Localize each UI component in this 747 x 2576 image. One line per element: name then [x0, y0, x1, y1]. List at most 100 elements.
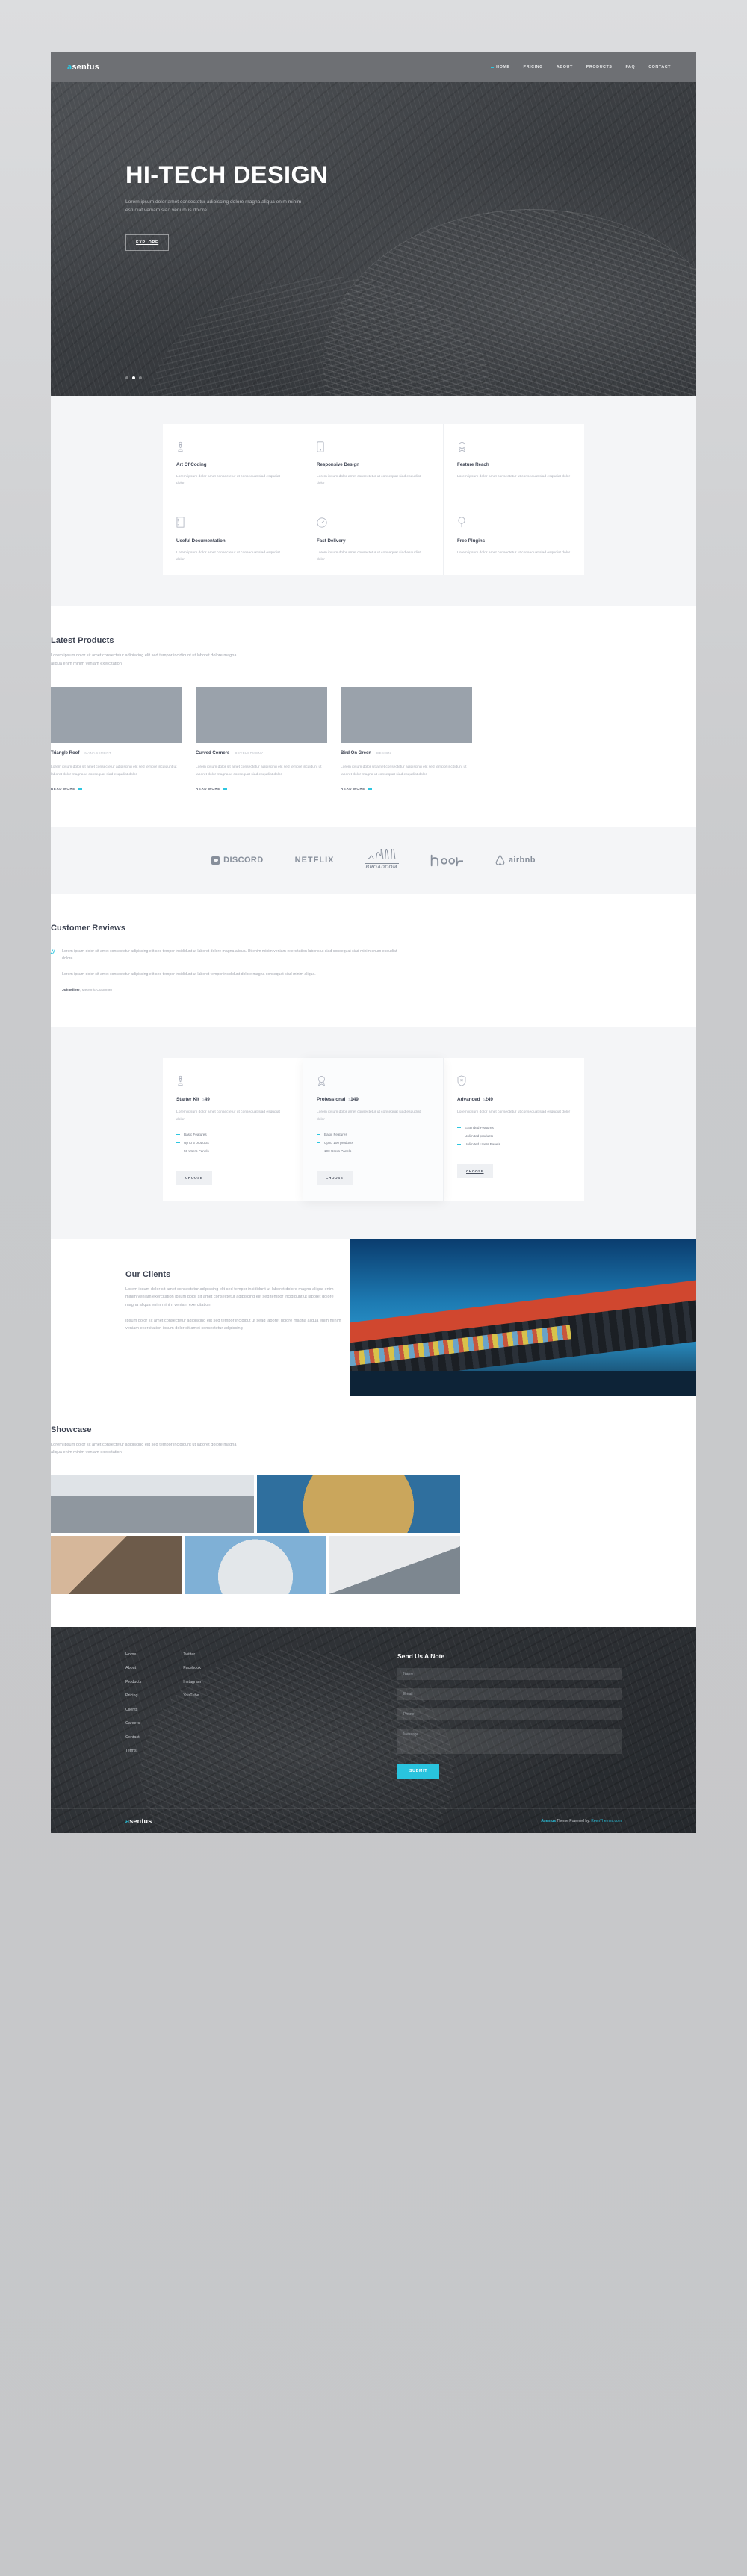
nav-item-faq[interactable]: FAQ [625, 65, 635, 69]
plan-feature-label: 50 Users Panels [184, 1149, 209, 1154]
plug-icon [457, 515, 571, 530]
hero-banner: HI-TECH DESIGN Lorem ipsum dolor amet co… [51, 82, 696, 396]
book-icon [176, 515, 289, 530]
product-category: DESIGN [376, 750, 391, 755]
plan-price: 49 [204, 1097, 210, 1103]
section-title: Our Clients [125, 1270, 171, 1280]
plan-header: Advanced $249 [457, 1097, 571, 1102]
footer-link-products[interactable]: Products [125, 1680, 141, 1684]
carousel-dot-3[interactable] [139, 376, 142, 379]
gallery-image[interactable] [51, 1474, 254, 1533]
gallery-image[interactable] [329, 1535, 460, 1594]
nav-item-contact[interactable]: CONTACT [648, 65, 671, 69]
plan-feature-label: Basic Features [184, 1133, 207, 1137]
nav-item-products[interactable]: PRODUCTS [586, 65, 613, 69]
section-title: Customer Reviews [51, 924, 126, 933]
plan-feature-label: 100 Users Panels [324, 1149, 352, 1154]
feature-desc: Lorem ipsum dolor amet consectetur ut co… [317, 475, 421, 486]
footer-link-terms[interactable]: Terms [125, 1749, 141, 1753]
carousel-dot-2[interactable] [132, 376, 135, 379]
footer-link-instagram[interactable]: Instagram [183, 1680, 201, 1684]
footer-link-facebook[interactable]: Facebook [183, 1666, 201, 1670]
gallery-image[interactable] [185, 1535, 326, 1594]
plan-feature-label: Unlimited products [465, 1133, 494, 1138]
product-title: Triangle Roof [51, 750, 80, 756]
plan-feature: Unlimited Users Panels [457, 1142, 571, 1146]
submit-button[interactable]: SUBMIT [397, 1763, 440, 1779]
read-more-label: READ MORE [51, 787, 75, 791]
footer-link-contact[interactable]: Contact [125, 1735, 141, 1740]
gallery-image[interactable] [257, 1474, 460, 1533]
phone-input[interactable]: Phone [397, 1708, 622, 1720]
brand-name: BROADCOM. [365, 863, 399, 872]
nav-item-about[interactable]: ABOUT [557, 65, 573, 69]
gallery-image[interactable] [51, 1535, 182, 1594]
read-more-link[interactable]: READ MORE [196, 787, 327, 791]
product-category: MANAGEMENT [84, 750, 112, 755]
product-desc: Lorem ipsum dolor sit amet consectetur a… [196, 765, 322, 777]
hoop-logo-icon [430, 854, 463, 866]
footer-link-about[interactable]: About [125, 1666, 141, 1670]
email-input[interactable]: Email [397, 1687, 622, 1700]
choose-button[interactable]: CHOOSE [317, 1171, 353, 1186]
nav-item-home[interactable]: HOME [491, 65, 509, 69]
section-title: Showcase [51, 1425, 92, 1435]
footer-main: Home About Products Pricing Clients Care… [51, 1627, 696, 1808]
footer-link-twitter[interactable]: Twitter [183, 1652, 201, 1657]
plan-feature: Basic Features [317, 1133, 430, 1136]
latest-products-section: Latest Products Lorem ipsum dolor sit am… [51, 606, 696, 827]
clients-paragraph-1: Lorem ipsum dolor sit amet consectetur a… [125, 1287, 334, 1307]
choose-button[interactable]: CHOOSE [457, 1163, 493, 1178]
footer-link-pricing[interactable]: Pricing [125, 1693, 141, 1698]
review-body: Lorem ipsum dolor sit amet consectetur a… [62, 948, 407, 992]
brand-logo-discord: DISCORD [211, 856, 264, 865]
discord-icon [211, 856, 220, 865]
footer-link-clients[interactable]: Clients [125, 1708, 141, 1712]
footer-link-careers[interactable]: Careers [125, 1721, 141, 1726]
footer-link-youtube[interactable]: YouTube [183, 1693, 201, 1698]
explore-button[interactable]: EXPLORE [125, 234, 170, 251]
dash-icon [317, 1142, 320, 1144]
footer-link-home[interactable]: Home [125, 1652, 141, 1657]
plan-desc: Lorem ipsum dolor amet consectetur ut co… [176, 1110, 280, 1121]
dash-icon [457, 1143, 461, 1145]
read-more-link[interactable]: READ MORE [51, 787, 182, 791]
name-input[interactable]: Name [397, 1667, 622, 1680]
plan-feature-list: Basic Features Up to 100 products 100 Us… [317, 1133, 430, 1153]
website-page: asentus HOME PRICING ABOUT PRODUCTS FAQ … [51, 52, 696, 1833]
feature-card: Useful Documentation Lorem ipsum dolor a… [163, 500, 303, 576]
review-paragraph-1: Lorem ipsum dolor sit amet consectetur a… [62, 949, 397, 962]
contact-form-title: Send Us A Note [397, 1652, 445, 1660]
logo-text: sentus [72, 63, 99, 72]
feature-title: Free Plugins [457, 538, 486, 544]
copyright-link[interactable]: KeenThemes.com [591, 1819, 622, 1823]
top-navigation-bar: asentus HOME PRICING ABOUT PRODUCTS FAQ … [51, 52, 696, 82]
carousel-dots[interactable] [125, 376, 142, 379]
section-subtitle: Lorem ipsum dolor sit amet consectetur a… [51, 653, 237, 666]
dash-icon [176, 1133, 180, 1136]
nav-item-pricing[interactable]: PRICING [524, 65, 543, 69]
product-card[interactable]: Triangle Roof MANAGEMENT Lorem ipsum dolo… [51, 686, 182, 791]
plan-feature: Extended Features [457, 1126, 571, 1130]
hero-description: Lorem ipsum dolor amet consectetur adipi… [125, 199, 302, 214]
mobile-icon [317, 439, 430, 454]
broadcom-wave-icon [367, 849, 397, 860]
plan-price: 249 [485, 1097, 493, 1103]
site-logo[interactable]: asentus [67, 63, 99, 72]
carousel-dot-1[interactable] [125, 376, 128, 379]
plan-header: Professional $149 [317, 1097, 430, 1102]
product-card[interactable]: Curved Corners DEVELOPMENY Lorem ipsum do… [196, 686, 327, 791]
choose-button[interactable]: CHOOSE [176, 1171, 212, 1186]
read-more-link[interactable]: READ MORE [341, 787, 472, 791]
pricing-plans-grid: Starter Kit $49 Lorem ipsum dolor amet co… [163, 1058, 584, 1202]
message-textarea[interactable]: Message [397, 1728, 622, 1754]
product-card[interactable]: Bird On Green DESIGN Lorem ipsum dolor si… [341, 686, 472, 791]
features-grid: Art Of Coding Lorem ipsum dolor amet con… [163, 424, 584, 576]
footer-logo[interactable]: asentus [125, 1817, 152, 1825]
footer-bottom-bar: asentus Asentus Theme Powered by: KeenTh… [51, 1808, 696, 1833]
feature-card: Free Plugins Lorem ipsum dolor amet cons… [444, 500, 584, 576]
plan-feature: 100 Users Panels [317, 1149, 430, 1153]
review-author: Joh Milner, Metronic Customer [62, 989, 407, 992]
plan-feature-list: Basic Features Up to 5 products 50 Users… [176, 1133, 289, 1153]
arrow-dash-icon [368, 788, 372, 790]
